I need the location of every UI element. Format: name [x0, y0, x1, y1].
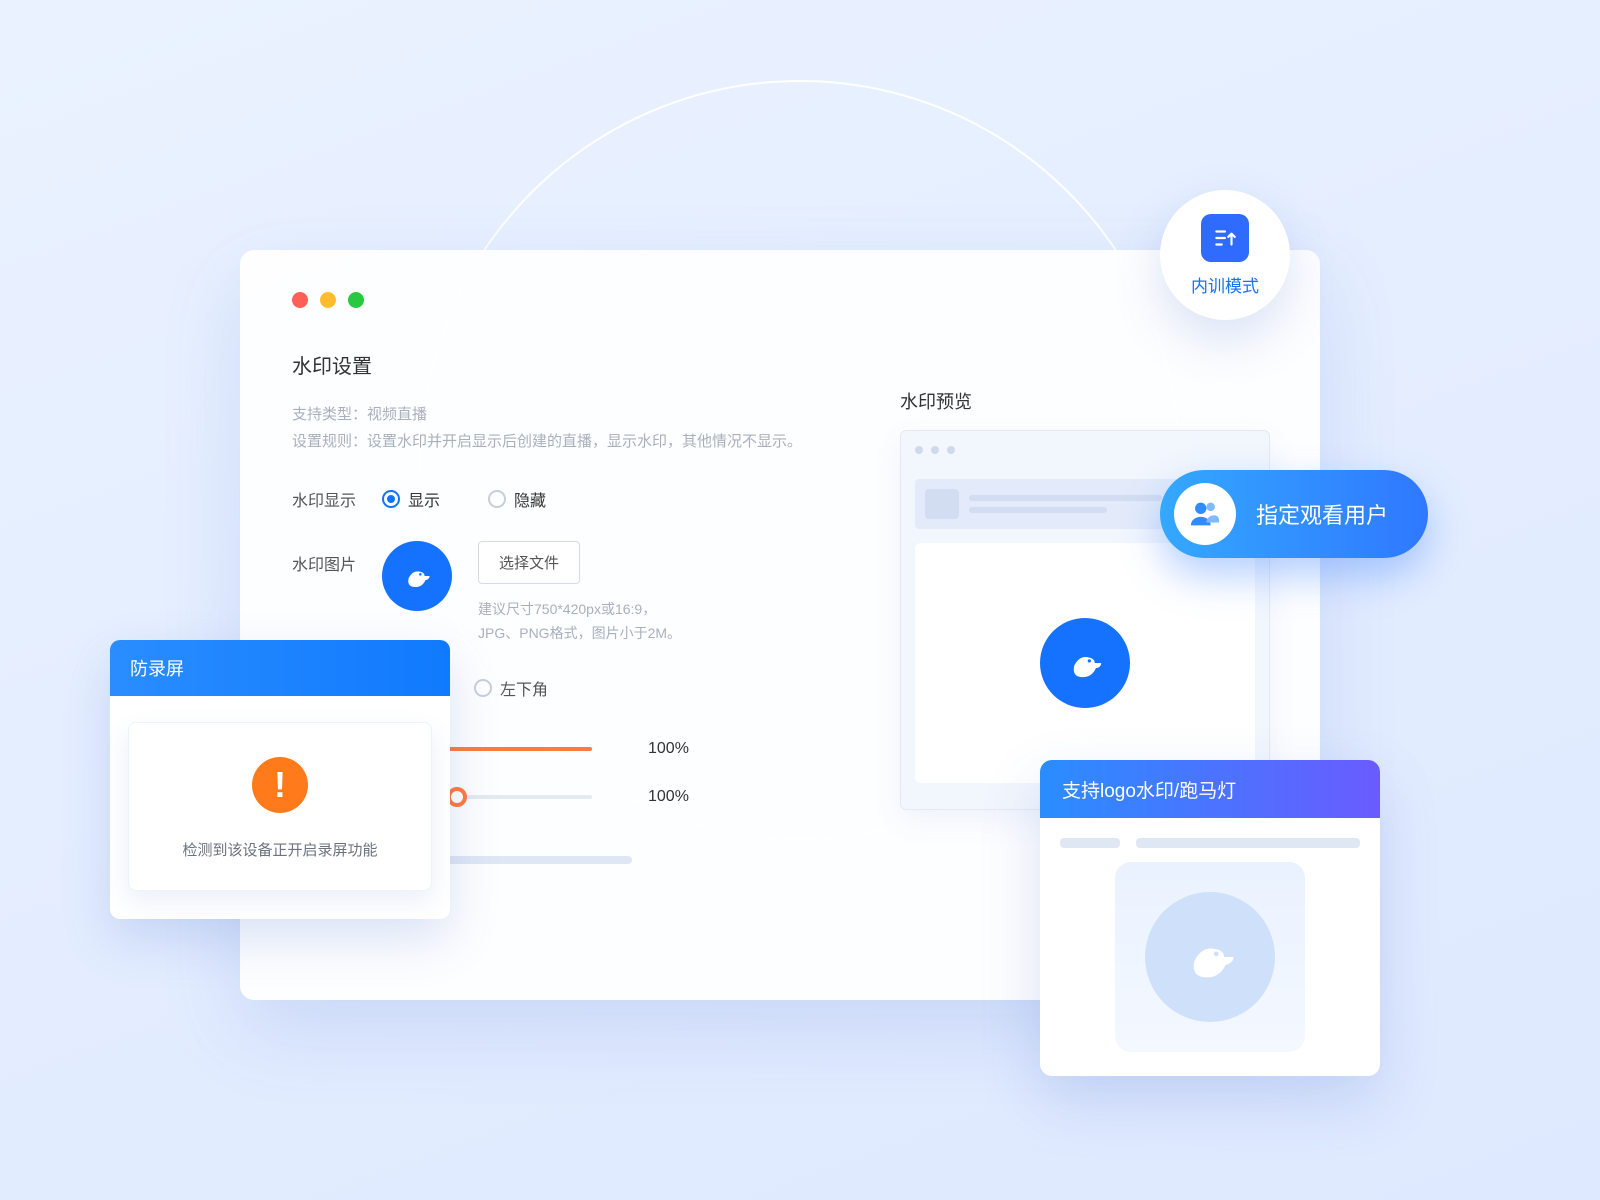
- dot-icon: [947, 446, 955, 454]
- duck-logo: [1040, 618, 1130, 708]
- duck-icon: [1171, 918, 1249, 996]
- internal-training-label: 内训模式: [1191, 272, 1259, 297]
- placeholder-bars: [1060, 838, 1360, 848]
- slider-handle[interactable]: [447, 787, 467, 807]
- duck-icon: [396, 555, 438, 597]
- assign-viewer-label: 指定观看用户: [1256, 498, 1388, 530]
- radio-bottom-left-label: 左下角: [500, 676, 548, 700]
- display-label: 水印显示: [292, 487, 382, 511]
- radio-bottom-left[interactable]: 左下角: [474, 676, 548, 700]
- anti-recording-alert: ! 检测到该设备正开启录屏功能: [128, 722, 432, 891]
- choose-file-button[interactable]: 选择文件: [478, 541, 580, 584]
- radio-icon: [382, 490, 400, 508]
- anti-recording-header: 防录屏: [110, 640, 450, 696]
- preview-header: [901, 431, 1269, 469]
- section-title: 水印设置: [292, 350, 1268, 379]
- logo-marquee-title: 支持logo水印/跑马灯: [1040, 760, 1380, 818]
- logo-preview-box: [1115, 862, 1305, 1052]
- slider-value: 100%: [648, 740, 689, 758]
- radio-show[interactable]: 显示: [382, 487, 440, 511]
- preview-body: [915, 543, 1255, 783]
- users-icon: [1174, 483, 1236, 545]
- dot-icon: [931, 446, 939, 454]
- warning-icon: !: [252, 757, 308, 813]
- duck-icon: [1058, 636, 1112, 690]
- duck-logo-faded: [1145, 892, 1275, 1022]
- support-type-text: 支持类型：视频直播: [292, 401, 1268, 428]
- anti-recording-card: 防录屏 ! 检测到该设备正开启录屏功能: [110, 640, 450, 919]
- image-label: 水印图片: [292, 541, 382, 575]
- preview-title: 水印预览: [900, 388, 972, 414]
- slider-value: 100%: [648, 788, 689, 806]
- watermark-thumb: [382, 541, 452, 611]
- list-upload-icon: [1201, 214, 1249, 262]
- maximize-icon[interactable]: [348, 292, 364, 308]
- radio-hide-label: 隐藏: [514, 487, 546, 511]
- minimize-icon[interactable]: [320, 292, 336, 308]
- logo-marquee-card: 支持logo水印/跑马灯: [1040, 760, 1380, 1076]
- dot-icon: [915, 446, 923, 454]
- size-hint-2: JPG、PNG格式，图片小于2M。: [478, 622, 681, 646]
- size-hint-1: 建议尺寸750*420px或16:9，: [478, 598, 681, 622]
- radio-icon: [488, 490, 506, 508]
- anti-recording-message: 检测到该设备正开启录屏功能: [182, 839, 377, 860]
- radio-show-label: 显示: [408, 487, 440, 511]
- internal-training-badge[interactable]: 内训模式: [1160, 190, 1290, 320]
- window-traffic-lights: [292, 292, 1268, 308]
- assign-viewer-pill[interactable]: 指定观看用户: [1160, 470, 1428, 558]
- radio-hide[interactable]: 隐藏: [488, 487, 546, 511]
- close-icon[interactable]: [292, 292, 308, 308]
- radio-icon: [474, 679, 492, 697]
